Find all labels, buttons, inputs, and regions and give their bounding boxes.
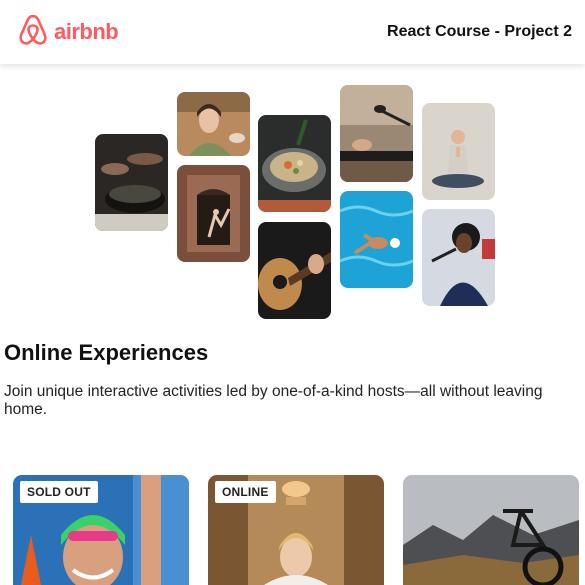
photo-swimmer <box>340 191 413 288</box>
photo-grid <box>0 64 585 326</box>
photo-yoga <box>422 103 495 200</box>
sold-out-badge: SOLD OUT <box>20 481 98 503</box>
photo-singer <box>422 209 495 306</box>
online-badge: ONLINE <box>215 481 276 503</box>
hero-title: Online Experiences <box>4 340 209 365</box>
experience-card[interactable]: SOLD OUT <box>13 475 189 585</box>
photo-cooking <box>95 134 168 231</box>
photo-guitar <box>258 222 331 319</box>
card-image-mountain-bike <box>403 475 579 585</box>
photo-doorway-dancer <box>177 165 250 262</box>
nav-title: React Course - Project 2 <box>387 23 572 40</box>
experience-card[interactable]: ONLINE <box>208 475 384 585</box>
hero-description: Join unique interactive activities led b… <box>4 383 543 418</box>
brand-logo[interactable]: airbnb <box>18 14 119 51</box>
airbnb-logo-icon <box>18 14 48 51</box>
photo-food-bowl <box>258 115 331 212</box>
photo-microphone <box>340 85 413 182</box>
photo-woman-smiling <box>177 92 250 156</box>
experience-card[interactable] <box>403 475 579 585</box>
navbar: airbnb React Course - Project 2 <box>0 0 585 64</box>
brand-wordmark: airbnb <box>54 19 119 44</box>
